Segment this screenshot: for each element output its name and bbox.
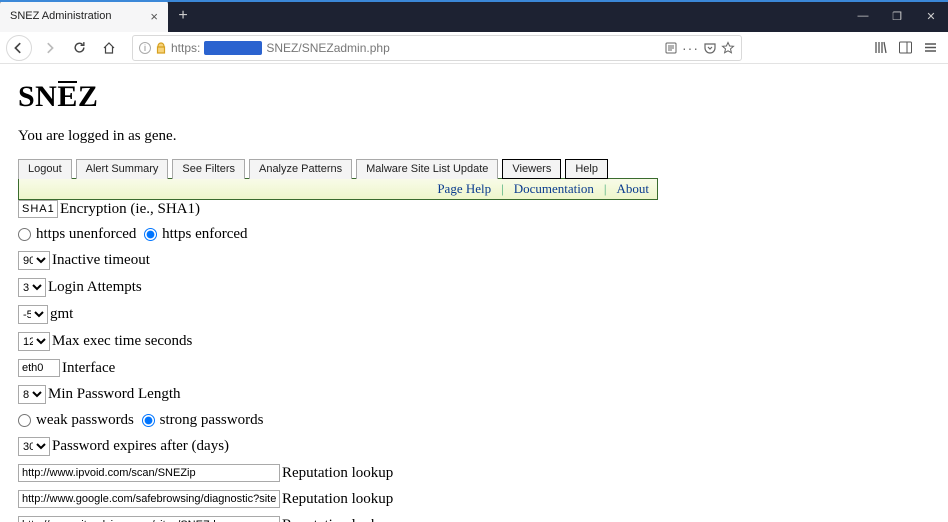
min-password-label: Min Password Length [48,386,181,403]
url-bar[interactable]: i https: SNEZ/SNEZadmin.php ··· [132,35,742,61]
max-exec-select[interactable]: 120 [18,332,50,351]
app-title: SNEZ [18,80,930,114]
max-exec-label: Max exec time seconds [52,333,192,350]
tab-alert-summary[interactable]: Alert Summary [76,159,169,179]
browser-titlebar: SNEZ Administration × + — ❐ ✕ [0,0,948,32]
arrow-left-icon [13,42,25,54]
forward-button[interactable] [36,35,62,61]
login-attempts-label: Login Attempts [48,279,142,296]
link-page-help[interactable]: Page Help [437,181,491,197]
radio-https-unenforced[interactable] [18,228,31,241]
reputation-label-2: Reputation lookup [282,491,393,508]
inactive-timeout-select[interactable]: 900 [18,251,50,270]
url-text-prefix: https: [171,41,200,55]
timezone-label: gmt [50,306,73,323]
pocket-icon[interactable] [703,41,717,55]
reputation-input-3[interactable] [18,516,280,522]
page-content: SNEZ You are logged in as gene. Logout A… [0,64,948,522]
password-expiry-select[interactable]: 30 [18,437,50,456]
info-icon: i [139,42,151,54]
window-minimize-button[interactable]: — [846,0,880,32]
reputation-input-1[interactable] [18,464,280,482]
login-attempts-select[interactable]: 3 [18,278,46,297]
radio-strong-passwords[interactable] [142,414,155,427]
home-button[interactable] [96,35,122,61]
tab-help[interactable]: Help [565,159,608,179]
reputation-label-1: Reputation lookup [282,465,393,482]
library-icon[interactable] [873,40,888,55]
window-close-button[interactable]: ✕ [914,0,948,32]
tab-analyze-patterns[interactable]: Analyze Patterns [249,159,352,179]
page-actions-icon[interactable]: ··· [682,40,699,56]
password-expiry-label: Password expires after (days) [52,438,229,455]
interface-label: Interface [62,360,115,377]
reputation-label-3: Reputation lookup [282,517,393,522]
new-tab-button[interactable]: + [168,0,198,32]
window-maximize-button[interactable]: ❐ [880,0,914,32]
radio-weak-passwords[interactable] [18,414,31,427]
label-strong-passwords: strong passwords [160,412,264,429]
label-https-enforced: https enforced [162,226,247,243]
sidebar-icon[interactable] [898,40,913,55]
login-status-text: You are logged in as gene. [18,128,930,145]
home-icon [102,41,116,55]
tab-malware-update[interactable]: Malware Site List Update [356,159,498,179]
main-tabs: Logout Alert Summary See Filters Analyze… [18,159,930,179]
radio-https-enforced[interactable] [144,228,157,241]
close-tab-icon[interactable]: × [150,10,158,23]
url-redacted-segment [204,41,262,55]
label-https-unenforced: https unenforced [36,226,136,243]
link-documentation[interactable]: Documentation [514,181,594,197]
reader-mode-icon[interactable] [664,41,678,55]
min-password-select[interactable]: 8 [18,385,46,404]
tab-logout[interactable]: Logout [18,159,72,179]
browser-tab-active[interactable]: SNEZ Administration × [0,0,168,32]
inactive-timeout-label: Inactive timeout [52,252,150,269]
tab-see-filters[interactable]: See Filters [172,159,245,179]
label-weak-passwords: weak passwords [36,412,134,429]
timezone-select[interactable]: -5 [18,305,48,324]
browser-toolbar: i https: SNEZ/SNEZadmin.php ··· [0,32,948,64]
reload-icon [73,41,86,54]
reputation-input-2[interactable] [18,490,280,508]
encryption-input[interactable] [18,200,58,218]
bookmark-star-icon[interactable] [721,41,735,55]
tab-viewers[interactable]: Viewers [502,159,561,179]
app-menu-icon[interactable] [923,40,938,55]
arrow-right-icon [43,42,55,54]
help-subnav: Page Help| Documentation| About [18,178,658,200]
interface-input[interactable] [18,359,60,377]
tab-title: SNEZ Administration [10,10,111,22]
lock-warning-icon [155,42,167,54]
reload-button[interactable] [66,35,92,61]
link-about[interactable]: About [617,181,650,197]
encryption-label: Encryption (ie., SHA1) [60,201,200,218]
back-button[interactable] [6,35,32,61]
url-text-suffix: SNEZ/SNEZadmin.php [266,41,389,55]
